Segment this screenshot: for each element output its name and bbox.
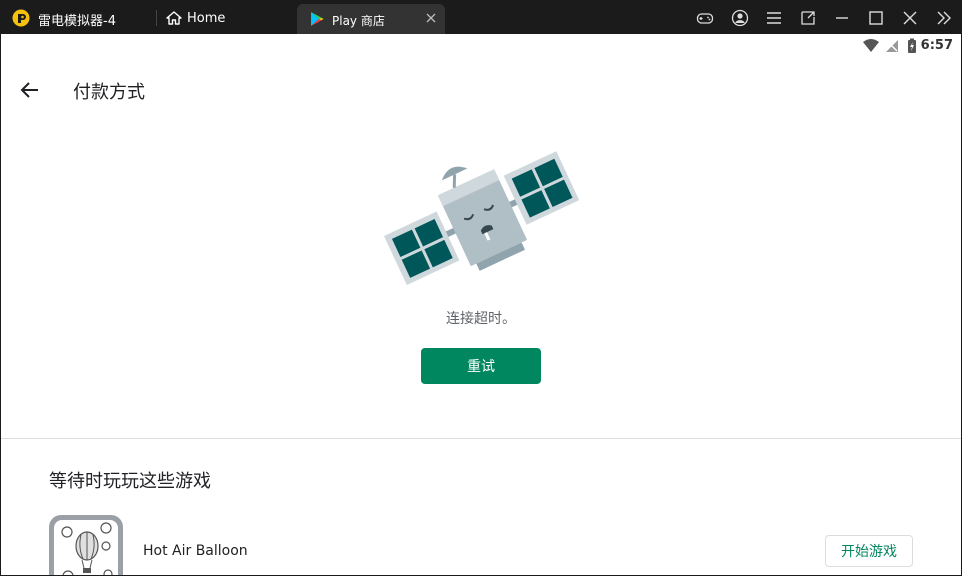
game-name[interactable]: Hot Air Balloon — [143, 543, 248, 559]
status-bar: 6:57 — [1, 34, 961, 58]
tab-play-store-label: Play 商店 — [332, 14, 385, 28]
home-icon — [166, 11, 182, 25]
page-title: 付款方式 — [73, 82, 145, 103]
no-signal-icon — [886, 40, 898, 52]
titlebar-divider — [156, 10, 157, 26]
close-tab-icon[interactable] — [425, 12, 437, 24]
maximize-icon[interactable] — [867, 9, 885, 27]
expand-sidebar-icon[interactable] — [935, 9, 953, 27]
tab-home-label: Home — [187, 11, 226, 26]
game-icon-frame — [54, 520, 118, 575]
emulator-titlebar: 雷电模拟器-4 Home Play 商店 — [0, 0, 962, 34]
android-screen: 6:57 付款方式 连接超时。 重试 等待时玩玩这些游戏 Hot Air Bal… — [1, 34, 961, 575]
account-icon[interactable] — [731, 9, 749, 27]
tab-home[interactable]: Home — [164, 6, 284, 30]
close-window-icon[interactable] — [901, 9, 919, 27]
hot-air-balloon-icon — [61, 522, 113, 575]
satellite-illustration-icon — [384, 151, 580, 285]
start-game-button[interactable]: 开始游戏 — [825, 535, 913, 567]
status-time: 6:57 — [920, 38, 953, 53]
wifi-icon — [863, 39, 879, 52]
error-message: 连接超时。 — [446, 311, 516, 327]
section-divider — [1, 438, 961, 439]
back-arrow-icon[interactable] — [19, 79, 41, 101]
app-title: 雷电模拟器-4 — [38, 14, 116, 29]
suggestions-title: 等待时玩玩这些游戏 — [49, 471, 211, 492]
battery-charging-icon — [908, 38, 916, 53]
app-logo-icon — [12, 9, 30, 27]
menu-icon[interactable] — [765, 9, 783, 27]
resize-window-icon[interactable] — [799, 9, 817, 27]
retry-button[interactable]: 重试 — [421, 348, 541, 384]
tab-play-store[interactable]: Play 商店 — [297, 4, 445, 34]
play-store-icon — [311, 12, 324, 26]
minimize-icon[interactable] — [833, 9, 851, 27]
game-icon-hot-air-balloon[interactable] — [49, 515, 123, 575]
gamepad-icon[interactable] — [696, 9, 714, 27]
